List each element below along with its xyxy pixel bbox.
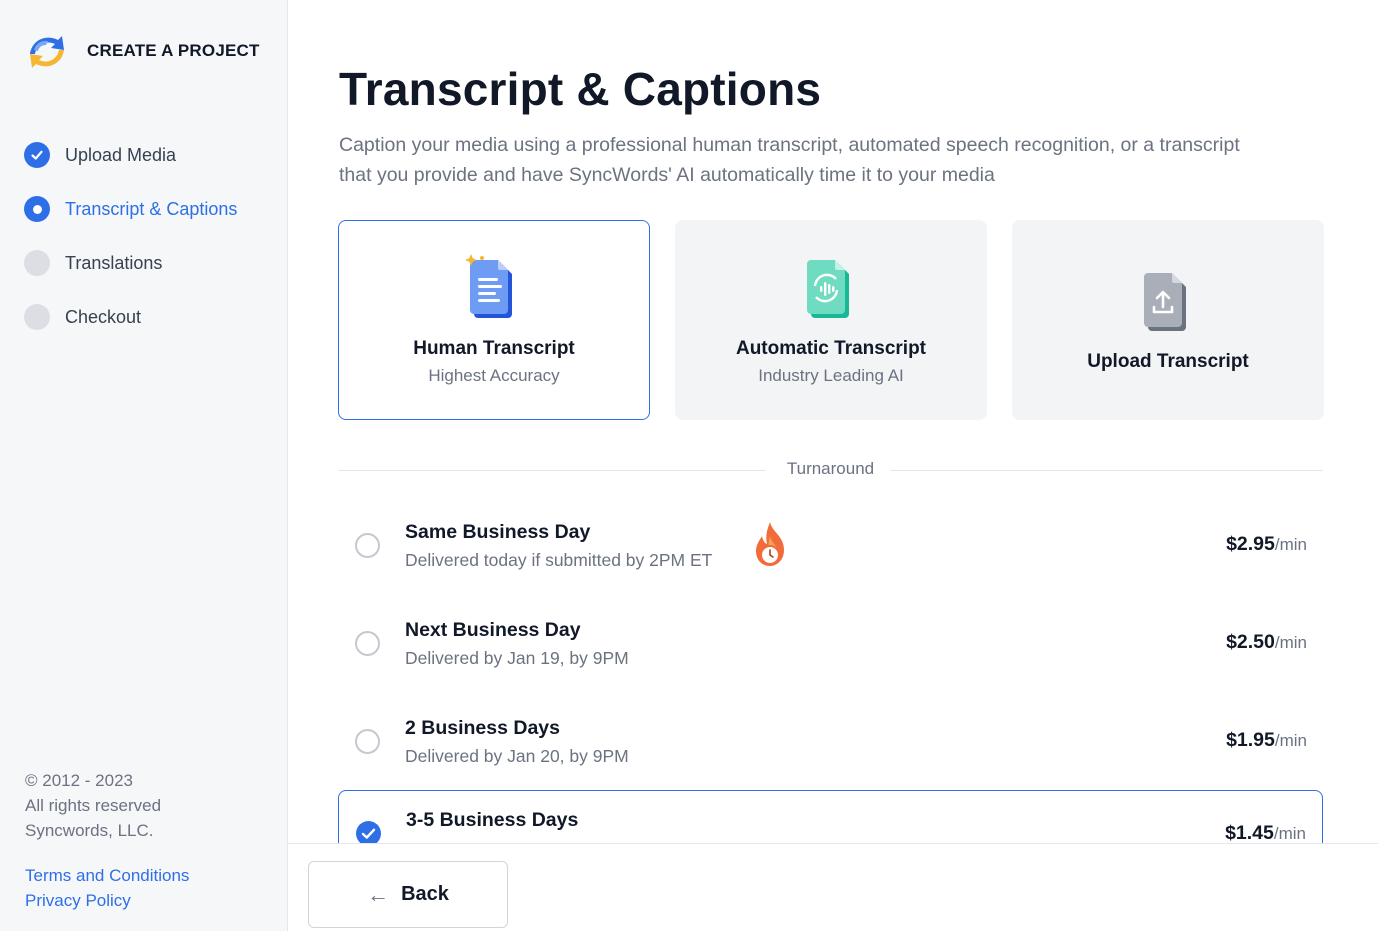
syncwords-logo-icon	[30, 36, 64, 68]
back-button[interactable]: ← Back	[308, 861, 508, 928]
card-subtitle: Industry Leading AI	[758, 366, 904, 385]
page-subtitle: Caption your media using a professional …	[339, 134, 1240, 186]
turnaround-divider: Turnaround	[338, 458, 1323, 482]
card-upload-transcript[interactable]: Upload Transcript	[1012, 220, 1324, 420]
option-2-business-days[interactable]: 2 Business Days Delivered by Jan 20, by …	[338, 692, 1323, 790]
radio-button[interactable]	[355, 631, 380, 656]
card-title: Human Transcript	[413, 338, 575, 359]
rights-text: All rights reserved	[25, 796, 162, 815]
card-subtitle: Highest Accuracy	[428, 366, 560, 385]
pending-step-icon	[24, 304, 50, 330]
step-list: Upload Media Transcript & Captions Trans…	[24, 128, 237, 344]
step-transcript-captions[interactable]: Transcript & Captions	[24, 182, 237, 236]
turnaround-label: Turnaround	[786, 459, 875, 478]
privacy-link[interactable]: Privacy Policy	[25, 888, 189, 913]
card-title: Upload Transcript	[1087, 351, 1249, 372]
radio-button[interactable]	[355, 533, 380, 558]
main-content: Transcript & Captions Caption your media…	[288, 0, 1378, 843]
option-title: Same Business Day	[405, 521, 591, 543]
step-checkout[interactable]: Checkout	[24, 290, 237, 344]
fire-clock-icon	[756, 522, 784, 566]
company-text: Syncwords, LLC.	[25, 821, 154, 840]
step-label: Translations	[65, 252, 163, 273]
option-price: $2.95/min	[1226, 533, 1307, 555]
option-same-business-day[interactable]: Same Business Day Delivered today if sub…	[338, 496, 1323, 594]
option-price: $1.45/min	[1225, 822, 1306, 843]
document-icon	[465, 254, 512, 318]
option-subtitle: Delivered by Jan 19, by 9PM	[405, 648, 629, 668]
step-label: Transcript & Captions	[65, 198, 238, 219]
option-3-5-business-days[interactable]: 3-5 Business Days $1.45/min	[338, 790, 1323, 843]
current-step-icon	[24, 196, 50, 222]
card-human-transcript[interactable]: Human Transcript Highest Accuracy	[338, 220, 650, 420]
card-automatic-transcript[interactable]: Automatic Transcript Industry Leading AI	[675, 220, 987, 420]
check-icon	[361, 828, 376, 839]
turnaround-options: Same Business Day Delivered today if sub…	[338, 496, 1323, 843]
brand-title: CREATE A PROJECT	[87, 41, 260, 60]
option-title: 2 Business Days	[405, 717, 561, 739]
back-button-label: Back	[401, 883, 449, 905]
option-title: 3-5 Business Days	[406, 809, 579, 831]
transcript-type-cards: Human Transcript Highest Accuracy Automa…	[338, 220, 1349, 420]
page-title: Transcript & Captions	[339, 63, 822, 115]
option-price: $2.50/min	[1226, 631, 1307, 653]
radio-button[interactable]	[355, 729, 380, 754]
bottom-action-bar: ← Back	[288, 843, 1378, 931]
pending-step-icon	[24, 250, 50, 276]
step-label: Upload Media	[65, 144, 177, 165]
step-label: Checkout	[65, 306, 142, 327]
sidebar-footer: © 2012 - 2023 All rights reserved Syncwo…	[25, 768, 189, 913]
option-next-business-day[interactable]: Next Business Day Delivered by Jan 19, b…	[338, 594, 1323, 692]
step-upload-media[interactable]: Upload Media	[24, 128, 237, 182]
card-title: Automatic Transcript	[735, 338, 927, 359]
option-subtitle: Delivered by Jan 20, by 9PM	[405, 746, 629, 766]
copyright-text: © 2012 - 2023	[25, 771, 133, 790]
radio-button-checked[interactable]	[356, 821, 381, 843]
option-title: Next Business Day	[405, 619, 581, 641]
sidebar: CREATE A PROJECT Upload Media Transcript…	[0, 0, 288, 931]
option-subtitle: Delivered today if submitted by 2PM ET	[405, 550, 713, 570]
terms-link[interactable]: Terms and Conditions	[25, 863, 189, 888]
option-price: $1.95/min	[1226, 729, 1307, 751]
check-icon	[24, 142, 50, 168]
step-translations[interactable]: Translations	[24, 236, 237, 290]
upload-icon	[1144, 273, 1186, 331]
brand: CREATE A PROJECT	[24, 28, 260, 74]
arrow-left-icon: ←	[367, 881, 390, 907]
audio-sync-icon	[807, 260, 849, 318]
